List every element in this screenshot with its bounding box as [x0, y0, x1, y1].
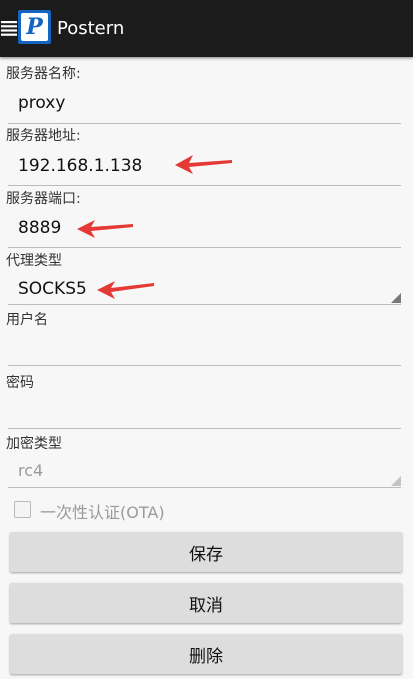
red-arrow-annotation-icon	[97, 281, 154, 299]
server-port-label: 服务器端口:	[6, 191, 81, 207]
username-label: 用户名	[6, 312, 48, 328]
server-port-value: 8889	[18, 218, 62, 238]
proxy-type-label: 代理类型	[6, 253, 62, 269]
save-button[interactable]: 保存	[10, 532, 402, 572]
encryption-type-label: 加密类型	[6, 436, 62, 452]
encryption-type-spinner: rc4	[8, 454, 401, 488]
cancel-button[interactable]: 取消	[10, 583, 402, 623]
username-field[interactable]	[8, 330, 401, 366]
app-title: Postern	[57, 18, 125, 39]
server-port-field[interactable]: 8889	[8, 209, 401, 248]
proxy-type-spinner[interactable]: SOCKS5	[8, 271, 401, 305]
red-arrow-annotation-icon	[175, 155, 232, 174]
server-address-label: 服务器地址:	[6, 128, 81, 144]
server-name-label: 服务器名称:	[6, 66, 81, 82]
dropdown-triangle-icon	[391, 293, 401, 303]
postern-logo-icon[interactable]: P	[18, 10, 51, 44]
server-name-value: proxy	[18, 93, 66, 113]
logo-letter: P	[26, 14, 43, 40]
proxy-type-value: SOCKS5	[18, 279, 87, 299]
server-address-value: 192.168.1.138	[18, 156, 143, 176]
red-arrow-annotation-icon	[77, 220, 133, 238]
server-name-field[interactable]: proxy	[8, 84, 401, 124]
dropdown-triangle-icon	[391, 476, 401, 486]
delete-button[interactable]: 删除	[10, 634, 402, 674]
password-label: 密码	[6, 375, 34, 391]
app-bar: P Postern	[0, 0, 413, 57]
ota-checkbox[interactable]	[14, 501, 31, 518]
password-field[interactable]	[8, 393, 401, 429]
ota-checkbox-label: 一次性认证(OTA)	[40, 503, 165, 522]
encryption-type-value: rc4	[18, 461, 44, 480]
hamburger-menu-icon[interactable]	[1, 20, 17, 36]
